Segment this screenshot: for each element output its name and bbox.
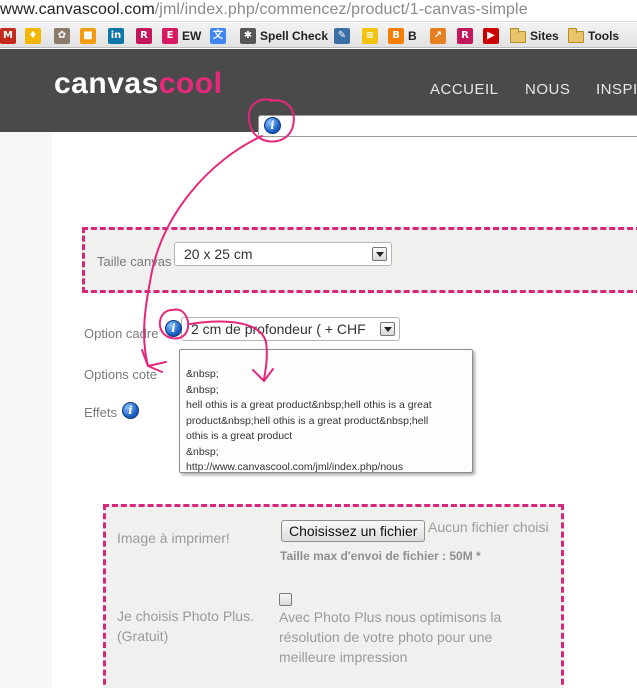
youtube-icon: ▶ — [483, 27, 499, 44]
bookmark-rss[interactable]: ≋ — [362, 27, 378, 44]
size-label: Taille canvas — [97, 254, 172, 269]
linkedin-icon: in — [108, 27, 124, 44]
gmail-icon: M — [0, 27, 16, 44]
chart-icon: ↗ — [430, 27, 446, 44]
file-status: Aucun fichier choisi — [428, 519, 549, 535]
photo-plus-label: Je choisis Photo Plus. — [117, 608, 254, 624]
rss-icon: ≋ — [362, 27, 378, 44]
bookmark-sites[interactable]: Sites — [510, 27, 559, 44]
nav-nous[interactable]: NOUS — [525, 81, 570, 98]
edit-icon: ✎ — [334, 27, 350, 44]
orange-square-icon: ■ — [80, 27, 96, 44]
chevron-down-icon — [372, 247, 387, 261]
url-host: www.canvascool.com — [0, 1, 155, 18]
e-icon: E — [162, 27, 178, 44]
tooltip-bar — [258, 115, 637, 137]
bookmark-pet[interactable]: ✿ — [54, 27, 70, 44]
file-max-size: Taille max d'envoi de fichier : 50M * — [280, 549, 481, 563]
info-tooltip: &nbsp; &nbsp; hell othis is a great produc… — [179, 349, 473, 473]
bookmarks-bar: M ♦ ✿ ■ in R E EW 文 ✱ Spell Check ✎ ≋ B B ↗ R ▶ Sites Tools — [0, 23, 637, 48]
url-path: /jml/index.php/commencez/product/1-canva… — [154, 1, 528, 18]
site-logo[interactable]: canvascool — [54, 67, 222, 101]
bookmark-tools[interactable]: Tools — [568, 27, 619, 44]
r2-icon: R — [457, 27, 473, 44]
spellcheck-icon: ✱ — [240, 27, 256, 44]
address-bar[interactable]: www.canvascool.com/jml/index.php/commenc… — [0, 0, 637, 22]
size-select-value: 20 x 25 cm — [184, 246, 253, 262]
chevron-down-icon — [380, 322, 395, 336]
bookmark-linkedin[interactable]: in — [108, 27, 124, 44]
translate-icon: 文 — [210, 27, 226, 44]
tooltip-line: hell othis is a great product&nbsp;hell … — [186, 399, 432, 411]
frame-label: Option cadre — [84, 326, 159, 341]
tooltip-line: othis is a great product — [186, 430, 293, 442]
bookmark-youtube[interactable]: ▶ — [483, 27, 499, 44]
frame-select[interactable]: 2 cm de profondeur ( + CHF — [181, 317, 400, 341]
image-label: Image à imprimer! — [117, 530, 230, 546]
bookmark-chart[interactable]: ↗ — [430, 27, 446, 44]
bookmark-b[interactable]: BB — [388, 27, 417, 44]
tooltip-line: &nbsp; — [186, 445, 219, 458]
frame-select-value: 2 cm de profondeur ( + CHF — [191, 321, 366, 337]
nav-inspi[interactable]: INSPI — [596, 81, 637, 98]
lightbulb-icon: ♦ — [25, 27, 41, 44]
bookmark-gmail[interactable]: M — [0, 27, 16, 44]
sides-label: Options cote — [84, 367, 157, 382]
folder-icon — [510, 27, 526, 43]
tooltip-line: &nbsp; — [186, 383, 219, 396]
bookmark-orange-square[interactable]: ■ — [80, 27, 96, 44]
photo-plus-description: Avec Photo Plus nous optimisons la résolu… — [279, 607, 501, 667]
bookmark-lightbulb[interactable]: ♦ — [25, 27, 41, 44]
folder-icon — [568, 27, 584, 43]
tooltip-line: http://www.canvascool.com/jml/index.php/… — [186, 461, 404, 473]
description-line: Avec Photo Plus nous optimisons la — [279, 609, 502, 625]
effects-label: Effets — [84, 405, 118, 420]
bookmark-label: Spell Check — [260, 28, 329, 43]
bookmark-label: B — [408, 28, 417, 43]
size-select[interactable]: 20 x 25 cm — [174, 242, 392, 266]
info-icon-frame[interactable]: i — [165, 320, 182, 337]
bookmark-label: Sites — [530, 28, 559, 43]
tooltip-line: &nbsp; — [186, 368, 219, 380]
info-icon-top[interactable]: i — [264, 117, 281, 134]
nav-accueil[interactable]: ACCUEIL — [430, 81, 499, 98]
logo-text-cool: cool — [158, 67, 223, 100]
info-icon-effects[interactable]: i — [122, 402, 139, 419]
r-icon: R — [136, 27, 152, 44]
bookmark-ew[interactable]: E EW — [162, 27, 201, 44]
description-line: meilleure impression — [279, 649, 408, 665]
blogger-icon: B — [388, 27, 404, 44]
choose-file-button[interactable]: Choisissez un fichier — [281, 520, 426, 542]
tooltip-line: product&nbsp;hell othis is a great produ… — [186, 414, 429, 427]
bookmark-r2[interactable]: R — [457, 27, 473, 44]
logo-text-canvas: canvas — [54, 67, 159, 100]
annotation-arrowhead-long — [141, 349, 167, 367]
bookmark-label: Tools — [588, 28, 620, 43]
photo-plus-sublabel: (Gratuit) — [117, 628, 169, 644]
pet-icon: ✿ — [54, 27, 70, 44]
bookmark-r[interactable]: R — [136, 27, 152, 44]
bookmark-translate[interactable]: 文 — [210, 27, 226, 44]
left-gutter — [0, 132, 52, 688]
description-line: résolution de votre photo pour une — [279, 629, 493, 645]
photo-plus-checkbox[interactable] — [279, 593, 292, 606]
url-text[interactable]: www.canvascool.com/jml/index.php/commenc… — [0, 1, 528, 19]
bookmark-edit[interactable]: ✎ — [334, 27, 350, 44]
bookmark-spell-check[interactable]: ✱ Spell Check — [240, 27, 328, 44]
bookmark-label: EW — [182, 28, 202, 43]
